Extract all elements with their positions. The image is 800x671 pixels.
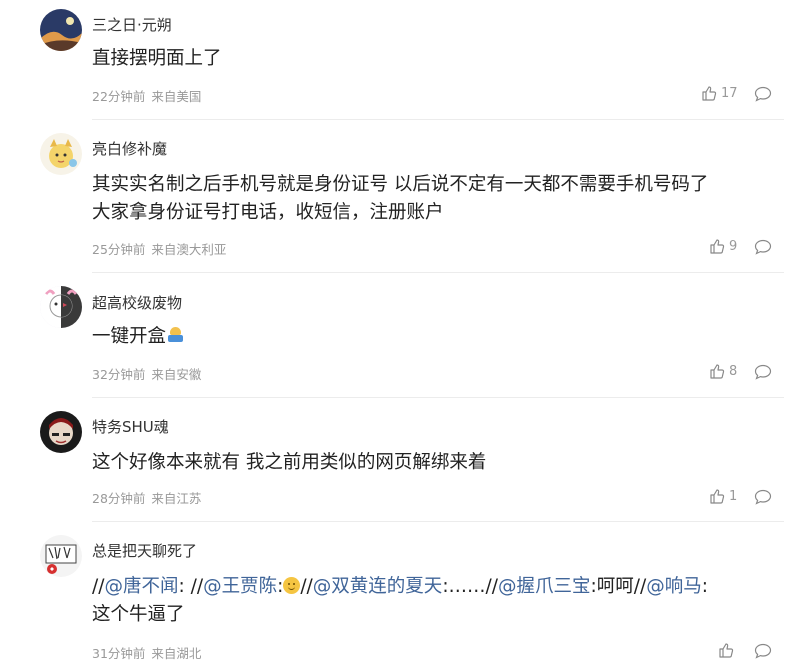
comment-meta: 25分钟前 来自澳大利亚 xyxy=(92,239,226,258)
comment-text: 这个好像本来就有 我之前用类似的网页解绑来着 xyxy=(92,452,487,473)
comment-time: 22分钟前 xyxy=(92,89,146,104)
comment-meta: 22分钟前 来自美国 xyxy=(92,86,201,105)
comment-text-line-2: 大家拿身份证号打电话，收短信，注册账户 xyxy=(92,202,444,223)
comment-bubble-icon[interactable] xyxy=(754,364,772,380)
avatar[interactable] xyxy=(40,411,82,453)
avatar[interactable] xyxy=(40,9,82,51)
like-button[interactable]: 9 xyxy=(709,238,737,254)
comment-bubble-icon[interactable] xyxy=(754,489,772,505)
avatar[interactable] xyxy=(40,286,82,328)
comment-text-line-2: 这个牛逼了 xyxy=(92,604,185,625)
thumbs-up-icon xyxy=(702,86,717,101)
thumbs-up-icon xyxy=(710,239,725,254)
thumbs-up-icon xyxy=(710,364,725,379)
like-button[interactable]: 8 xyxy=(709,363,737,379)
mention-link[interactable]: @双黄连的夏天 xyxy=(313,576,443,597)
like-button[interactable] xyxy=(718,642,738,658)
comment-text: 一键开盒 xyxy=(92,323,772,350)
divider xyxy=(92,119,784,120)
username[interactable]: 亮白修补魔 xyxy=(92,138,167,159)
like-button[interactable]: 17 xyxy=(701,85,738,101)
like-count: 8 xyxy=(729,363,738,379)
text-segment: : xyxy=(701,576,708,597)
divider xyxy=(92,272,784,273)
comment-location: 来自安徽 xyxy=(151,367,202,382)
text-segment: : // xyxy=(178,576,204,597)
avatar[interactable] xyxy=(40,535,82,577)
comment-time: 28分钟前 xyxy=(92,491,146,506)
text-segment: :……// xyxy=(442,576,499,597)
avatar[interactable] xyxy=(40,133,82,175)
comment-location: 来自澳大利亚 xyxy=(151,242,227,257)
like-count: 17 xyxy=(721,85,738,101)
comment-location: 来自美国 xyxy=(151,89,202,104)
comment-text: 直接摆明面上了 xyxy=(92,48,222,69)
comment-bubble-icon[interactable] xyxy=(754,239,772,255)
like-count: 1 xyxy=(729,488,738,504)
comment-feed: 三之日·元朔 直接摆明面上了 22分钟前 来自美国 17 亮白修补魔 其实实名制之… xyxy=(0,0,800,671)
unbox-emoji xyxy=(168,327,184,343)
comment-time: 32分钟前 xyxy=(92,367,146,382)
smile-emoji xyxy=(283,577,301,594)
comment-text-line-1: 其实实名制之后手机号就是身份证号 以后说不定有一天都不需要手机号码了 xyxy=(92,174,709,195)
comment-meta: 32分钟前 来自安徽 xyxy=(92,364,201,383)
username[interactable]: 特务SHU魂 xyxy=(92,416,169,437)
divider xyxy=(92,397,784,398)
username[interactable]: 超高校级废物 xyxy=(92,292,182,313)
comment-time: 25分钟前 xyxy=(92,242,146,257)
comment-meta: 31分钟前 来自湖北 xyxy=(92,643,201,662)
thumbs-up-icon xyxy=(719,643,734,658)
divider xyxy=(92,521,784,522)
mention-link[interactable]: @王贾陈 xyxy=(203,576,277,597)
text-segment: :呵呵// xyxy=(590,576,647,597)
like-button[interactable]: 1 xyxy=(709,488,737,504)
comment-bubble-icon[interactable] xyxy=(754,86,772,102)
like-count: 9 xyxy=(729,238,738,254)
comment-bubble-icon[interactable] xyxy=(754,643,772,659)
comment-text-content: 一键开盒 xyxy=(92,326,167,347)
comment-meta: 28分钟前 来自江苏 xyxy=(92,488,201,507)
text-segment: // xyxy=(92,576,105,597)
comment-time: 31分钟前 xyxy=(92,646,146,661)
text-segment: // xyxy=(300,576,313,597)
mention-link[interactable]: @握爪三宝 xyxy=(498,576,591,597)
username[interactable]: 总是把天聊死了 xyxy=(92,540,197,561)
comment-location: 来自江苏 xyxy=(151,491,202,506)
mention-link[interactable]: @唐不闻 xyxy=(104,576,178,597)
mention-link[interactable]: @响马 xyxy=(646,576,702,597)
comment-location: 来自湖北 xyxy=(151,646,202,661)
comment-text-line-1: //@唐不闻: //@王贾陈://@双黄连的夏天:……//@握爪三宝:呵呵//@… xyxy=(92,573,772,600)
thumbs-up-icon xyxy=(710,489,725,504)
username[interactable]: 三之日·元朔 xyxy=(92,14,172,35)
